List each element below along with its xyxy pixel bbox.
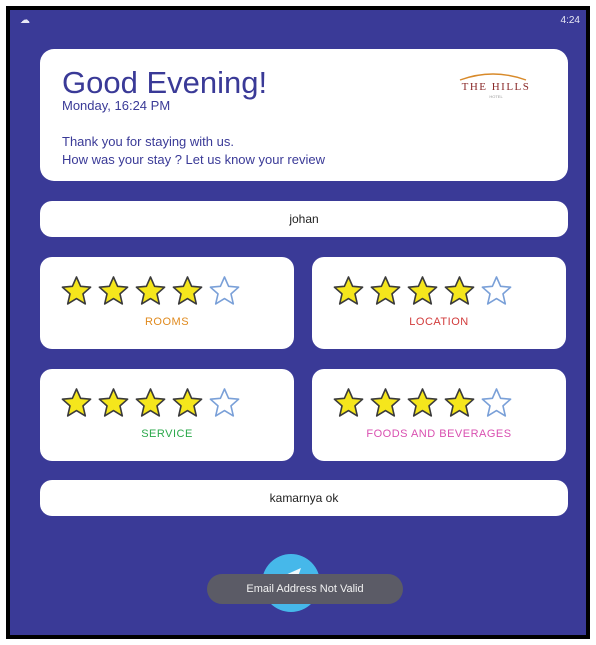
star-filled-icon[interactable] bbox=[170, 275, 205, 306]
rating-card-location: LOCATION bbox=[312, 257, 566, 349]
logo-subtext: HOTEL bbox=[489, 94, 503, 99]
star-filled-icon[interactable] bbox=[133, 275, 168, 306]
star-filled-icon[interactable] bbox=[405, 387, 440, 418]
rating-card-service: SERVICE bbox=[40, 369, 294, 461]
star-filled-icon[interactable] bbox=[170, 387, 205, 418]
comment-input[interactable]: kamarnya ok bbox=[40, 480, 568, 516]
logo-text: THE HILLS bbox=[461, 81, 531, 93]
star-rating-rooms[interactable] bbox=[59, 275, 242, 306]
star-filled-icon[interactable] bbox=[96, 275, 131, 306]
star-filled-icon[interactable] bbox=[59, 387, 94, 418]
greeting-card: Good Evening! Monday, 16:24 PM THE HILLS… bbox=[40, 49, 568, 181]
star-filled-icon[interactable] bbox=[59, 275, 94, 306]
hotel-logo: THE HILLS HOTEL bbox=[446, 71, 546, 101]
review-prompt: Thank you for staying with us. How was y… bbox=[62, 133, 325, 169]
greeting-title: Good Evening! bbox=[62, 65, 268, 100]
star-filled-icon[interactable] bbox=[331, 275, 366, 306]
star-rating-foods[interactable] bbox=[331, 387, 514, 418]
rating-card-rooms: ROOMS bbox=[40, 257, 294, 349]
star-filled-icon[interactable] bbox=[96, 387, 131, 418]
rating-label-location: LOCATION bbox=[409, 316, 469, 328]
star-rating-service[interactable] bbox=[59, 387, 242, 418]
star-filled-icon[interactable] bbox=[133, 387, 168, 418]
star-filled-icon[interactable] bbox=[368, 275, 403, 306]
logo-arc-icon bbox=[459, 73, 527, 81]
review-prompt-line2: How was your stay ? Let us know your rev… bbox=[62, 152, 325, 167]
star-filled-icon[interactable] bbox=[331, 387, 366, 418]
rating-card-foods: FOODS AND BEVERAGES bbox=[312, 369, 566, 461]
star-filled-icon[interactable] bbox=[368, 387, 403, 418]
star-filled-icon[interactable] bbox=[442, 275, 477, 306]
name-input[interactable]: johan bbox=[40, 201, 568, 237]
star-filled-icon[interactable] bbox=[442, 387, 477, 418]
star-rating-location[interactable] bbox=[331, 275, 514, 306]
rating-label-rooms: ROOMS bbox=[144, 316, 190, 328]
rating-label-foods: FOODS AND BEVERAGES bbox=[366, 428, 512, 440]
cloud-icon: ☁ bbox=[20, 15, 30, 26]
status-time: 4:24 bbox=[560, 15, 580, 26]
star-filled-icon[interactable] bbox=[405, 275, 440, 306]
app-screen: ☁ 4:24 Good Evening! Monday, 16:24 PM TH… bbox=[10, 10, 586, 635]
review-prompt-line1: Thank you for staying with us. bbox=[62, 134, 234, 149]
rating-label-service: SERVICE bbox=[141, 428, 193, 440]
device-frame: ☁ 4:24 Good Evening! Monday, 16:24 PM TH… bbox=[6, 6, 590, 639]
toast-message: Email Address Not Valid bbox=[207, 574, 403, 604]
star-empty-icon[interactable] bbox=[207, 275, 242, 306]
star-empty-icon[interactable] bbox=[479, 275, 514, 306]
star-empty-icon[interactable] bbox=[207, 387, 242, 418]
status-bar: ☁ 4:24 bbox=[10, 10, 586, 32]
current-datetime: Monday, 16:24 PM bbox=[62, 98, 171, 113]
star-empty-icon[interactable] bbox=[479, 387, 514, 418]
